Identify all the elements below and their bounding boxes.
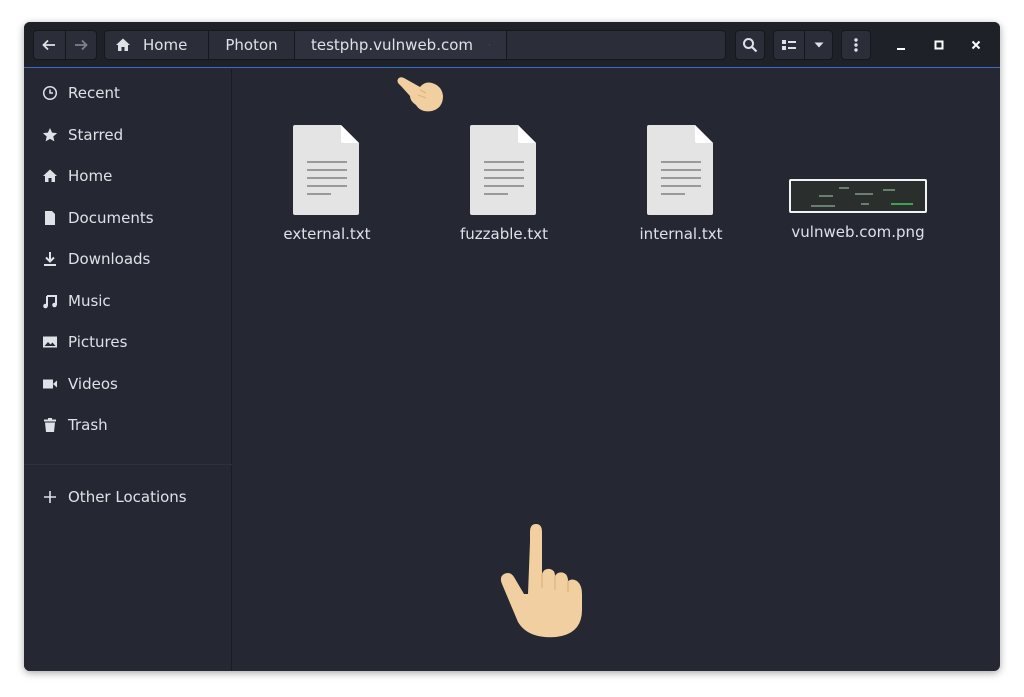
sidebar-item-label: Videos <box>68 375 118 393</box>
search-button[interactable] <box>735 30 765 60</box>
sidebar-item-pictures[interactable]: Pictures <box>24 322 232 362</box>
file-name: internal.txt <box>639 225 723 243</box>
sidebar-item-music[interactable]: Music <box>24 281 232 321</box>
breadcrumb-photon[interactable]: Photon <box>209 31 295 59</box>
back-button[interactable] <box>34 31 65 59</box>
file-name: vulnweb.com.png <box>791 223 925 241</box>
minimize-icon <box>897 48 905 50</box>
sidebar-item-documents[interactable]: Documents <box>24 198 232 238</box>
trash-icon <box>42 417 58 433</box>
sidebar-item-label: Trash <box>68 416 108 434</box>
file-item[interactable]: vulnweb.com.png <box>788 125 928 241</box>
close-button[interactable] <box>965 34 987 56</box>
clock-icon <box>42 85 58 101</box>
file-name: fuzzable.txt <box>459 225 549 243</box>
breadcrumb-current[interactable]: testphp.vulnweb.com <box>295 31 507 59</box>
file-item[interactable]: internal.txt <box>611 125 751 243</box>
text-file-icon <box>470 125 536 215</box>
maximize-icon <box>934 40 944 50</box>
sidebar-item-recent[interactable]: Recent <box>24 73 232 113</box>
file-name: external.txt <box>283 225 371 243</box>
breadcrumb-label: testphp.vulnweb.com <box>311 36 474 54</box>
file-view[interactable]: external.txt fuzzable.txt internal.txt v… <box>233 69 1000 671</box>
kebab-menu-icon <box>854 38 858 52</box>
document-icon <box>42 210 58 226</box>
sidebar-item-label: Other Locations <box>68 488 187 506</box>
sidebar-item-trash[interactable]: Trash <box>24 405 232 445</box>
sidebar-item-label: Pictures <box>68 333 128 351</box>
sidebar-item-other-locations[interactable]: Other Locations <box>24 477 232 517</box>
view-options-group <box>773 30 833 60</box>
sidebar-item-home[interactable]: Home <box>24 156 232 196</box>
main-menu-button[interactable] <box>841 30 871 60</box>
search-icon <box>743 38 758 53</box>
image-thumbnail <box>789 179 927 213</box>
music-icon <box>42 293 58 309</box>
header-bar: Home Photon testphp.vulnweb.com <box>24 22 1000 68</box>
navigation-buttons <box>33 30 97 60</box>
sidebar-item-label: Music <box>68 292 111 310</box>
picture-icon <box>42 334 58 350</box>
chevron-down-icon <box>814 42 824 48</box>
minimize-button[interactable] <box>890 34 912 56</box>
list-view-icon <box>782 40 797 50</box>
sidebar-item-label: Documents <box>68 209 154 227</box>
sidebar-item-downloads[interactable]: Downloads <box>24 239 232 279</box>
home-icon <box>116 38 130 51</box>
breadcrumb-home[interactable]: Home <box>105 31 209 59</box>
close-icon <box>971 40 981 50</box>
forward-button[interactable] <box>64 31 96 59</box>
text-file-icon <box>647 125 713 215</box>
sidebar-item-label: Home <box>68 167 113 185</box>
pointing-hand-cursor-icon <box>397 77 443 112</box>
video-icon <box>42 376 58 392</box>
breadcrumb-label: Photon <box>225 36 278 54</box>
dropdown-arrow-icon <box>489 44 490 46</box>
path-bar: Home Photon testphp.vulnweb.com <box>104 30 726 60</box>
star-icon <box>42 127 58 143</box>
plus-icon <box>42 489 58 505</box>
sidebar-item-label: Recent <box>68 84 120 102</box>
download-icon <box>42 251 58 267</box>
file-item[interactable]: fuzzable.txt <box>434 125 574 243</box>
text-file-icon <box>293 125 359 215</box>
breadcrumb-label: Home <box>143 36 188 54</box>
list-view-button[interactable] <box>774 31 804 59</box>
sidebar-item-label: Downloads <box>68 250 151 268</box>
tap-hand-gesture-icon <box>500 524 582 638</box>
sidebar-item-videos[interactable]: Videos <box>24 364 232 404</box>
path-bar-empty-area[interactable] <box>507 31 725 59</box>
sidebar-separator <box>24 464 232 465</box>
sidebar-item-label: Starred <box>68 126 124 144</box>
sidebar-item-starred[interactable]: Starred <box>24 115 232 155</box>
maximize-button[interactable] <box>928 34 950 56</box>
arrow-left-icon <box>42 39 56 51</box>
sidebar: Recent Starred Home Documents Downloads … <box>24 69 232 671</box>
file-item[interactable]: external.txt <box>257 125 397 243</box>
arrow-right-icon <box>74 39 88 51</box>
view-menu-button[interactable] <box>804 31 832 59</box>
home-icon <box>42 168 58 184</box>
